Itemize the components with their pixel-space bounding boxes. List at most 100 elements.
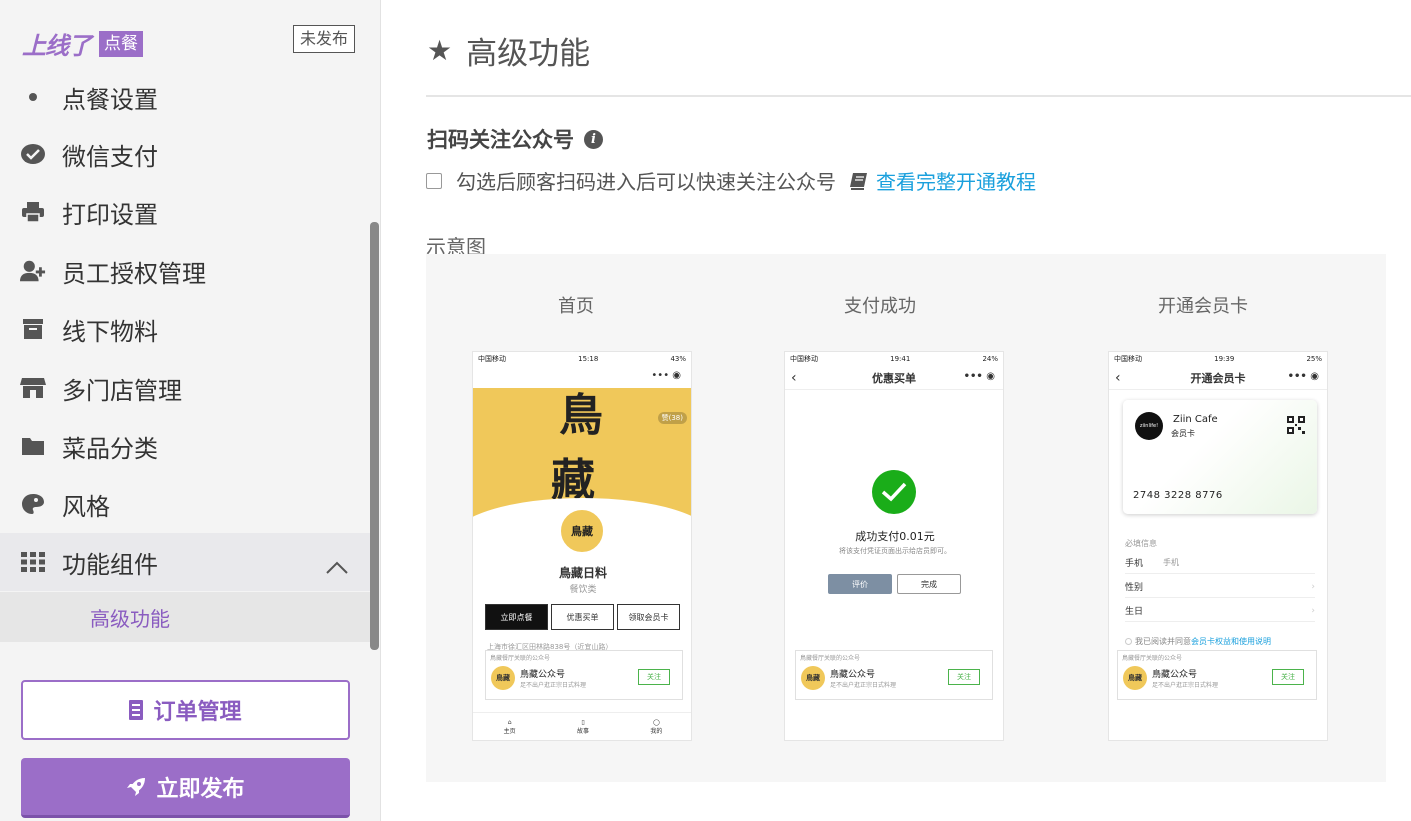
checkbox-label: 勾选后顾客扫码进入后可以快速关注公众号: [456, 170, 836, 194]
sidebar-item-order-settings[interactable]: 点餐设置: [0, 80, 370, 126]
archive-icon: [20, 316, 46, 342]
main-content: ★ 高级功能 扫码关注公众号 i 勾选后顾客扫码进入后可以快速关注公众号 查看完…: [382, 0, 1411, 821]
battery: 24%: [982, 355, 998, 363]
demo-panel: 首页 支付成功 开通会员卡 中国移动 15:18 43% ••• ◉ 鳥 藏 赞…: [426, 254, 1386, 782]
shop-category: 餐饮类: [569, 585, 597, 595]
sidebar: 上线了 点餐 未发布 点餐设置 微信支付 打印设置 员工授权管理 线下物料 多门…: [0, 0, 381, 821]
phone-label: 手机: [1125, 559, 1144, 569]
printer-icon: [20, 199, 46, 225]
follow-card: 鳥藏餐厅关联的公众号 鳥藏 鳥藏公众号 足不出户逛正宗日式料理 关注: [795, 650, 993, 700]
likes-badge: 赞(38): [657, 412, 687, 424]
orders-button-label: 订单管理: [153, 700, 242, 725]
follow-card-header: 鳥藏餐厅关联的公众号: [490, 655, 551, 662]
status-bar: 中国移动 19:41 24%: [785, 352, 1003, 366]
sidebar-item-label: 打印设置: [62, 200, 158, 229]
qr-code-icon: [1287, 416, 1305, 437]
card-number: 2748 3228 8776: [1133, 490, 1223, 501]
carrier: 中国移动: [1114, 355, 1142, 363]
carrier: 中国移动: [478, 355, 506, 363]
sidebar-item-label: 点餐设置: [62, 85, 158, 114]
gender-label: 性别: [1125, 583, 1144, 593]
logo-text: 上线了: [22, 32, 92, 60]
tutorial-link[interactable]: 查看完整开通教程: [876, 166, 1036, 195]
shop-banner: 鳥 藏 赞(38): [473, 388, 691, 526]
follow-button: 关注: [948, 669, 980, 685]
back-icon: ‹: [791, 370, 797, 386]
phone-row: 手机 手机: [1125, 552, 1315, 574]
follow-card-header: 鳥藏餐厅关联的公众号: [1122, 655, 1183, 662]
battery: 25%: [1306, 355, 1322, 363]
orders-button[interactable]: 订单管理: [21, 680, 350, 740]
settings-icon: [20, 84, 46, 110]
capsule-icon: ••• ◉: [1287, 371, 1319, 382]
sidebar-item-label: 多门店管理: [62, 376, 182, 405]
home-icon: ⌂: [507, 718, 512, 726]
sidebar-item-style[interactable]: 风格: [0, 475, 370, 533]
sidebar-item-materials[interactable]: 线下物料: [0, 300, 370, 358]
nav-title: 优惠买单: [872, 371, 916, 385]
mini-nav: ••• ◉: [473, 366, 691, 388]
book-icon: [848, 172, 868, 190]
sidebar-item-staff[interactable]: 员工授权管理: [0, 242, 370, 300]
pay-success-title: 成功支付0.01元: [855, 530, 935, 543]
gender-row: 性别 ›: [1125, 576, 1315, 598]
sidebar-subitem-advanced[interactable]: 高级功能: [0, 592, 370, 642]
follow-checkbox[interactable]: [426, 172, 442, 189]
publish-button-label: 立即发布: [156, 776, 245, 802]
sidebar-item-multistore[interactable]: 多门店管理: [0, 359, 370, 417]
required-info-label: 必填信息: [1125, 539, 1157, 548]
discount-pay-button: 优惠买单: [551, 604, 614, 630]
follow-title: 鳥藏公众号: [520, 670, 566, 680]
follow-option-row: 勾选后顾客扫码进入后可以快速关注公众号 查看完整开通教程: [426, 166, 1036, 195]
cafe-name: Ziin Cafe: [1173, 414, 1218, 425]
section-title-text: 扫码关注公众号: [427, 128, 574, 152]
star-icon: ★: [427, 34, 453, 67]
sidebar-item-label: 菜品分类: [62, 434, 158, 463]
follow-card-header: 鳥藏餐厅关联的公众号: [800, 655, 861, 662]
sidebar-item-label: 功能组件: [62, 550, 158, 579]
follow-title: 鳥藏公众号: [830, 670, 876, 680]
info-icon[interactable]: i: [584, 129, 603, 149]
card-label: 会员卡: [1171, 429, 1195, 438]
page-title: ★ 高级功能: [427, 28, 590, 73]
sidebar-item-print[interactable]: 打印设置: [0, 183, 370, 241]
battery: 43%: [670, 355, 686, 363]
sidebar-item-label: 线下物料: [62, 317, 158, 346]
sidebar-nav: 点餐设置 微信支付 打印设置 员工授权管理 线下物料 多门店管理 菜品分类 风格…: [0, 80, 370, 650]
phone-hint: 手机: [1163, 558, 1180, 567]
agree-link: 会员卡权益和使用说明: [1191, 637, 1271, 646]
time: 19:41: [890, 355, 911, 363]
palette-icon: [20, 491, 46, 517]
user-icon: ◯: [652, 718, 660, 726]
follow-card: 鳥藏餐厅关联的公众号 鳥藏 鳥藏公众号 足不出户逛正宗日式料理 关注: [1117, 650, 1317, 700]
sidebar-item-label: 风格: [62, 492, 110, 521]
store-icon: [20, 375, 46, 401]
sidebar-item-wechat-pay[interactable]: 微信支付: [0, 125, 370, 183]
follow-subtitle: 足不出户逛正宗日式料理: [1152, 682, 1219, 689]
unpublished-badge: 未发布: [293, 25, 356, 53]
sidebar-item-label: 微信支付: [62, 142, 158, 171]
page-title-text: 高级功能: [466, 36, 591, 72]
sidebar-item-components[interactable]: 功能组件: [0, 533, 370, 591]
follow-avatar: 鳥藏: [801, 666, 825, 690]
birthday-row: 生日 ›: [1125, 600, 1315, 622]
wechat-icon: [20, 141, 46, 167]
app-logo[interactable]: 上线了 点餐: [22, 26, 143, 61]
user-plus-icon: [20, 258, 46, 284]
sidebar-subitem-label: 高级功能: [90, 606, 170, 631]
tab-bar: ⌂ 主页 ▯ 故事 ◯ 我的: [473, 712, 691, 740]
mini-nav: ‹ 开通会员卡 ••• ◉: [1109, 366, 1327, 390]
follow-card: 鳥藏餐厅关联的公众号 鳥藏 鳥藏公众号 足不出户逛正宗日式料理 关注: [485, 650, 683, 700]
time: 15:18: [578, 355, 599, 363]
chevron-right-icon: ›: [1311, 605, 1315, 616]
caption-member: 开通会员卡: [1158, 296, 1248, 317]
sidebar-item-categories[interactable]: 菜品分类: [0, 417, 370, 475]
banner-glyph-1: 鳥: [559, 390, 603, 441]
sidebar-scrollbar[interactable]: [370, 222, 379, 650]
publish-button[interactable]: 立即发布: [21, 758, 350, 818]
back-icon: ‹: [1115, 370, 1121, 386]
grid-icon: [20, 549, 46, 575]
chevron-up-icon[interactable]: [326, 553, 348, 581]
follow-title: 鳥藏公众号: [1152, 670, 1198, 680]
rate-button: 评价: [828, 574, 892, 594]
